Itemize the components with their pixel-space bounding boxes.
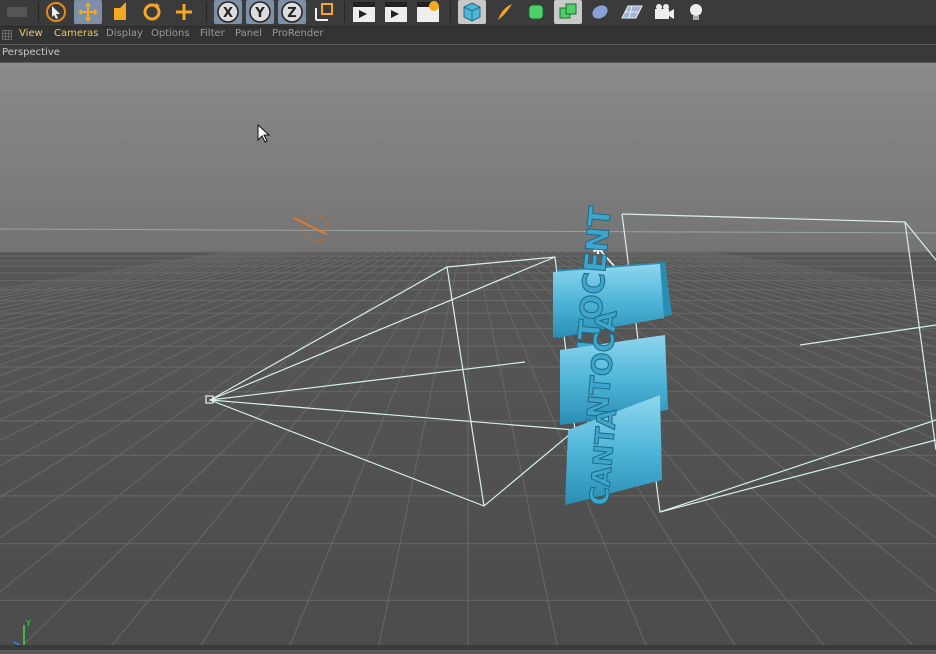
perspective-viewport[interactable]: ✱ CENTOCENT CENTOCA CANTA Y	[0, 63, 936, 651]
select-tool-button[interactable]	[42, 0, 70, 24]
camera-icon	[655, 4, 674, 19]
panel-grip-icon[interactable]	[2, 30, 12, 40]
subdivision-button[interactable]	[522, 0, 550, 24]
main-toolbar: X Y Z	[0, 0, 936, 27]
floor-icon	[621, 5, 643, 19]
svg-text:Y: Y	[25, 619, 31, 628]
svg-text:X: X	[223, 6, 233, 21]
select-arrow-icon	[46, 2, 66, 22]
undo-icon	[7, 7, 27, 17]
cube-icon	[463, 2, 481, 22]
menu-view[interactable]: View	[19, 28, 43, 39]
light-button[interactable]	[682, 0, 710, 24]
z-axis-icon: Z	[281, 1, 303, 23]
rotate-icon	[143, 3, 161, 21]
viewport-menubar: View Cameras Display Options Filter Pane…	[0, 27, 936, 44]
viewport-header: Perspective	[0, 45, 936, 62]
rotate-tool-button[interactable]	[138, 0, 166, 24]
x-axis-button[interactable]: X	[214, 0, 242, 24]
coordinate-system-icon	[315, 3, 333, 21]
pen-icon	[498, 4, 512, 20]
subdivision-icon	[528, 4, 544, 20]
undo-button[interactable]	[2, 0, 32, 24]
svg-text:Y: Y	[254, 6, 265, 21]
add-cube-button[interactable]	[458, 0, 486, 24]
menu-options[interactable]: Options	[151, 28, 190, 39]
viewport-status-strip	[0, 645, 936, 650]
z-axis-button[interactable]: Z	[278, 0, 306, 24]
pen-tool-button[interactable]	[490, 0, 518, 24]
coordinate-system-button[interactable]	[310, 0, 338, 24]
live-selection-button[interactable]	[170, 0, 198, 24]
live-selection-icon	[176, 4, 192, 20]
move-icon	[78, 2, 98, 22]
generator-button[interactable]	[554, 0, 582, 24]
viewport-title: Perspective	[2, 47, 60, 58]
generator-icon	[559, 3, 577, 19]
render-picture-viewer-button[interactable]	[382, 0, 410, 24]
light-icon	[690, 4, 702, 20]
menu-prorender[interactable]: ProRender	[272, 28, 323, 39]
camera-button[interactable]	[650, 0, 678, 24]
y-axis-icon: Y	[249, 1, 271, 23]
render-settings-icon	[417, 1, 439, 22]
x-axis-icon: X	[217, 1, 239, 23]
render-picture-viewer-icon	[385, 2, 407, 22]
move-tool-button[interactable]	[74, 0, 102, 24]
deformer-icon	[592, 5, 608, 19]
render-view-button[interactable]	[350, 0, 378, 24]
y-axis-button[interactable]: Y	[246, 0, 274, 24]
menu-panel[interactable]: Panel	[235, 28, 262, 39]
scale-icon	[114, 2, 126, 20]
sky-background	[0, 63, 936, 253]
render-view-icon	[353, 2, 375, 22]
svg-text:Z: Z	[287, 6, 296, 21]
render-settings-button[interactable]	[414, 0, 442, 24]
menu-filter[interactable]: Filter	[200, 28, 225, 39]
scale-tool-button[interactable]	[106, 0, 134, 24]
menu-display[interactable]: Display	[106, 28, 143, 39]
floor-button[interactable]	[618, 0, 646, 24]
viewport-canvas[interactable]: ✱ CENTOCENT CENTOCA CANTA Y	[0, 63, 936, 651]
menu-cameras[interactable]: Cameras	[54, 28, 98, 39]
deformer-button[interactable]	[586, 0, 614, 24]
